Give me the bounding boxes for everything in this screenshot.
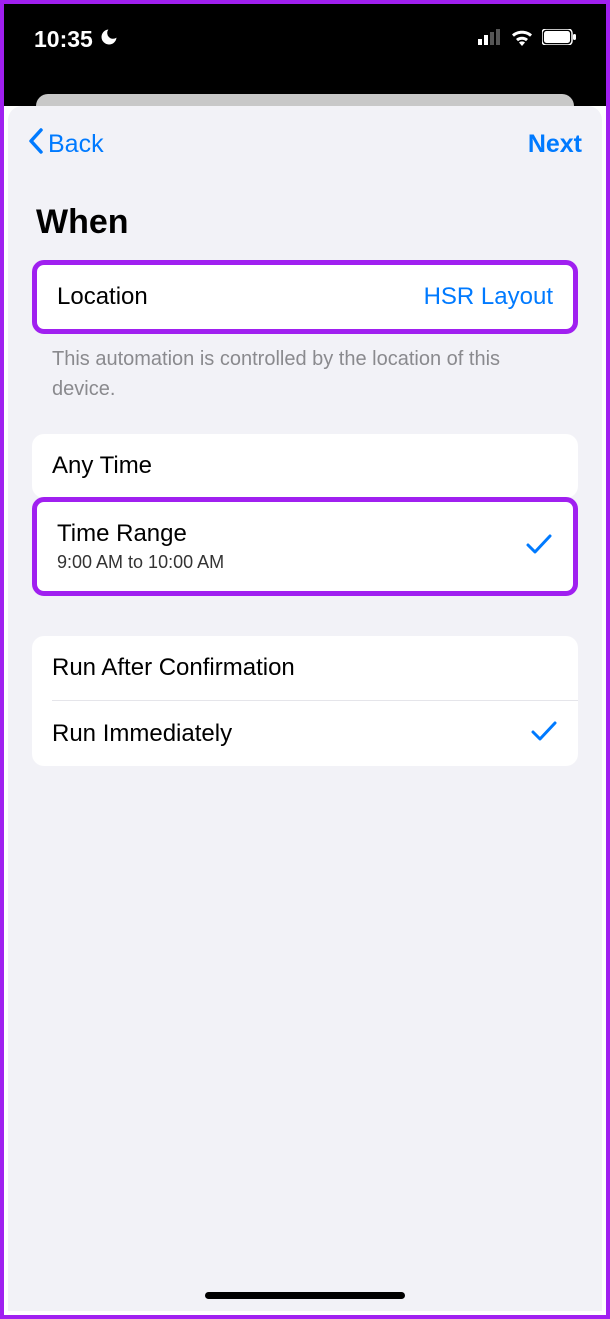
- status-icons: [478, 28, 576, 51]
- cellular-icon: [478, 29, 502, 50]
- battery-icon: [542, 29, 576, 50]
- home-indicator[interactable]: [205, 1292, 405, 1299]
- run-immediately-row[interactable]: Run Immediately: [32, 701, 578, 766]
- run-after-confirmation-row[interactable]: Run After Confirmation: [32, 636, 578, 700]
- time-range-card: Time Range 9:00 AM to 10:00 AM: [32, 497, 578, 596]
- any-time-row[interactable]: Any Time: [32, 434, 578, 498]
- moon-icon: [99, 26, 119, 53]
- run-after-confirmation-label: Run After Confirmation: [52, 654, 295, 682]
- sheet: Back Next When Location HSR Layout This …: [8, 106, 602, 1311]
- location-label: Location: [57, 283, 148, 311]
- time-range-text: Time Range 9:00 AM to 10:00 AM: [57, 520, 224, 573]
- run-immediately-label: Run Immediately: [52, 720, 232, 748]
- back-button[interactable]: Back: [28, 128, 104, 161]
- any-time-card: Any Time: [32, 434, 578, 498]
- status-time: 10:35: [34, 26, 93, 53]
- time-range-row[interactable]: Time Range 9:00 AM to 10:00 AM: [37, 502, 573, 591]
- time-range-label: Time Range: [57, 520, 224, 548]
- next-button[interactable]: Next: [528, 130, 582, 159]
- run-group: Run After Confirmation Run Immediately: [32, 636, 578, 766]
- check-icon: [530, 719, 558, 748]
- nav-bar: Back Next: [8, 116, 602, 179]
- page-title: When: [36, 203, 578, 242]
- location-card: Location HSR Layout: [32, 260, 578, 334]
- time-range-detail: 9:00 AM to 10:00 AM: [57, 552, 224, 573]
- chevron-left-icon: [28, 128, 44, 161]
- back-label: Back: [48, 130, 104, 159]
- check-icon: [525, 532, 553, 561]
- wifi-icon: [510, 28, 534, 51]
- status-time-area: 10:35: [34, 26, 119, 53]
- time-group: Any Time Time Range 9:00 AM to 10:00 AM: [32, 434, 578, 596]
- location-row[interactable]: Location HSR Layout: [37, 265, 573, 329]
- content: When Location HSR Layout This automation…: [8, 203, 602, 766]
- any-time-label: Any Time: [52, 452, 152, 480]
- location-footer: This automation is controlled by the loc…: [32, 334, 578, 404]
- status-bar: 10:35: [4, 4, 606, 94]
- location-value: HSR Layout: [424, 283, 553, 311]
